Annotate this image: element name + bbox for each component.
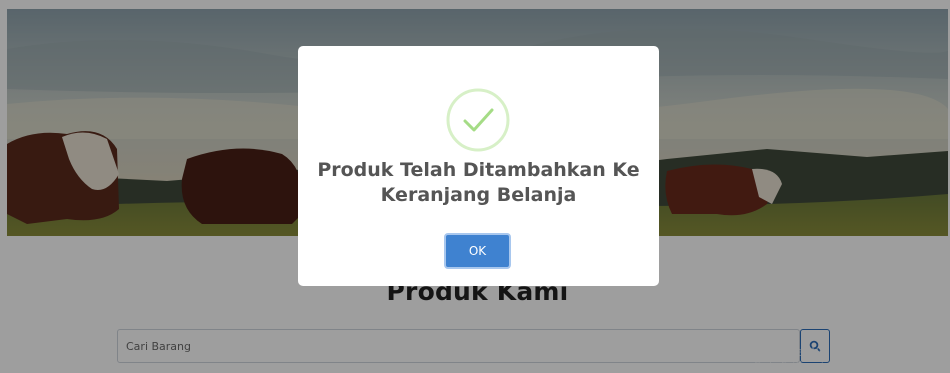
checkmark-icon: [446, 88, 510, 152]
success-dialog: Produk Telah Ditambahkan Ke Keranjang Be…: [298, 46, 659, 286]
ok-button[interactable]: OK: [444, 233, 511, 269]
dialog-message: Produk Telah Ditambahkan Ke Keranjang Be…: [317, 159, 640, 206]
